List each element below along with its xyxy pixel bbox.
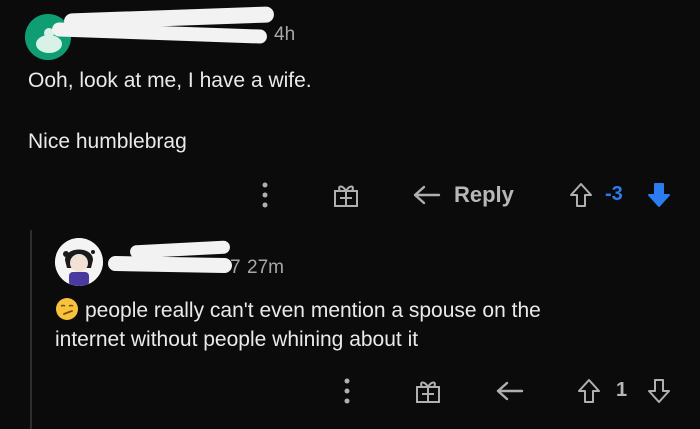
redacted-username-stroke — [51, 22, 268, 44]
downvote-arrow-icon — [648, 379, 670, 403]
reply-upvote-button[interactable] — [574, 376, 604, 406]
award-button[interactable] — [330, 180, 362, 210]
reply-username-fragment: 7 — [230, 257, 241, 278]
comment-body-line1: Ooh, look at me, I have a wife. — [28, 69, 312, 92]
downvote-arrow-icon — [648, 183, 670, 207]
more-vertical-icon — [262, 182, 268, 208]
gift-icon — [416, 381, 440, 403]
upvote-arrow-icon — [578, 379, 600, 403]
comment-timestamp: 4h — [274, 24, 296, 45]
thread-line — [30, 230, 32, 429]
downvote-button[interactable] — [645, 180, 673, 210]
gift-icon — [334, 185, 358, 207]
comment-body-line2: Nice humblebrag — [28, 130, 187, 153]
reply-label: Reply — [454, 182, 514, 207]
redacted-reply-username-stroke — [107, 255, 233, 274]
reply-award-button[interactable] — [412, 376, 444, 406]
reply-more-options-button[interactable] — [337, 376, 357, 406]
reply-button[interactable]: Reply — [412, 178, 522, 212]
smirk-face-icon — [56, 298, 78, 320]
upvote-button[interactable] — [566, 180, 596, 210]
reply-body-text-1: people really can't even mention a spous… — [85, 299, 541, 322]
reply-arrow-icon — [496, 381, 524, 401]
reply-body-line2: internet without people whining about it — [55, 328, 419, 351]
reply-body-line1: people really can't even mention a spous… — [55, 296, 541, 325]
reply-reply-button[interactable] — [494, 376, 526, 406]
reply-timestamp: 27m — [247, 257, 284, 278]
reply-avatar[interactable] — [55, 238, 103, 286]
reply-downvote-button[interactable] — [645, 376, 673, 406]
more-vertical-icon — [344, 378, 350, 404]
vote-score: -3 — [605, 183, 623, 205]
reply-vote-score: 1 — [616, 379, 628, 401]
upvote-arrow-icon — [570, 183, 592, 207]
reply-arrow-icon — [413, 185, 441, 205]
more-options-button[interactable] — [255, 180, 275, 210]
